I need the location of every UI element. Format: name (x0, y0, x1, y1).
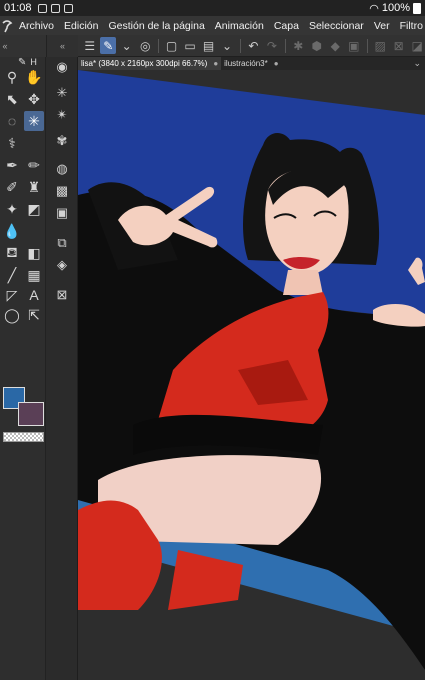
eraser-icon[interactable]: ◩ (24, 199, 44, 219)
text-icon[interactable]: A (24, 285, 44, 305)
transform-icon[interactable]: ⬢ (309, 37, 324, 54)
invert-selection-icon[interactable]: ⊠ (391, 37, 406, 54)
layer-property-icon[interactable]: ⧉ (52, 233, 72, 253)
sparkle-icon[interactable]: ✱ (291, 37, 306, 54)
divider-3 (284, 38, 286, 53)
battery-icon (413, 2, 421, 14)
divider (157, 38, 159, 53)
notification-icon (63, 3, 73, 13)
fill-bucket-icon[interactable]: ⛾ (2, 243, 22, 263)
tool-panel-header: « (0, 35, 46, 57)
refer-layer-icon[interactable]: ✴ (52, 105, 72, 125)
subtool-panel-header: « (46, 35, 78, 57)
command-bar: ☰ ✎ ⌄ ◎ ▢ ▭ ▤ ⌄ ↶ ↷ ✱ ⬢ ◆ ▣ ▨ ⊠ ◪ (78, 35, 425, 57)
tool-property-icon[interactable]: ◍ (52, 159, 72, 179)
fill-icon[interactable]: ◆ (328, 37, 343, 54)
subtool-tab-label[interactable]: H (30, 57, 37, 67)
divider-2 (239, 38, 241, 53)
eyedropper-icon[interactable]: ⚕ (2, 133, 22, 153)
crop-icon[interactable]: ▣ (346, 37, 361, 54)
menu-gestion-pagina[interactable]: Gestión de la página (103, 20, 209, 32)
selection-layer-icon[interactable]: ◪ (409, 37, 424, 54)
tab-label: ilustración3* (224, 59, 268, 68)
clear-selection-icon[interactable]: ▨ (372, 37, 387, 54)
app-logo-icon[interactable] (0, 16, 14, 35)
clock: 01:08 (4, 2, 32, 14)
move-icon[interactable]: ✥ (24, 89, 44, 109)
zoom-icon[interactable]: ⚲ (2, 67, 22, 87)
airbrush-icon[interactable]: ♜ (24, 177, 44, 197)
tab-label: lisa* (3840 x 2160px 300dpi 66.7%) (81, 59, 208, 68)
menu-archivo[interactable]: Archivo (14, 20, 59, 32)
edit-mode-icon[interactable]: ✎ (100, 37, 116, 54)
subtool-tab: ✎ H (0, 57, 46, 68)
hamburger-menu-icon[interactable]: ☰ (82, 37, 97, 54)
tool-palette: ✎ H ⚲ ✋ ⬉ ✥ ◌ ✳ ⚕ ✒ ✏ ✐ ♜ ✦ ◩ 💧 ⛾ ◧ ╱ ▦ … (0, 57, 46, 680)
transparent-color-swatch[interactable] (3, 432, 44, 442)
selection-target-icon[interactable]: ◉ (52, 57, 72, 77)
collapse-subtools-button[interactable]: « (60, 41, 65, 51)
frame-icon[interactable]: ▦ (24, 265, 44, 285)
layers-icon[interactable]: ◈ (52, 255, 72, 275)
pen-icon[interactable]: ✒ (2, 155, 22, 175)
navigator-icon[interactable]: ▣ (52, 203, 72, 223)
menu-bar: Archivo Edición Gestión de la página Ani… (0, 16, 425, 35)
undo-icon[interactable]: ↶ (246, 37, 261, 54)
tab-lisa[interactable]: lisa* (3840 x 2160px 300dpi 66.7%) ● (78, 57, 222, 70)
ruler-icon[interactable]: ◸ (2, 285, 22, 305)
hand-icon[interactable]: ✋ (24, 67, 44, 87)
canvas-tabs: lisa* (3840 x 2160px 300dpi 66.7%) ● ilu… (78, 57, 425, 70)
subtool-palette: ◉ ✳ ✴ ✾ ◍ ▩ ▣ ⧉ ◈ ⊠ (46, 57, 78, 680)
lasso-icon[interactable]: ◌ (2, 111, 22, 131)
tab-list-chevron-icon[interactable]: ⌄ (413, 58, 421, 69)
open-folder-icon[interactable]: ▭ (182, 37, 197, 54)
wifi-icon: ◠ (369, 2, 379, 15)
close-tab-icon[interactable]: ● (274, 59, 279, 68)
illustration (78, 70, 425, 680)
new-file-icon[interactable]: ▢ (164, 37, 179, 54)
sub-color-swatch[interactable] (18, 402, 44, 426)
collapse-tools-button[interactable]: « (0, 41, 10, 51)
canvas[interactable]: ◧ (78, 70, 425, 680)
brush-icon[interactable]: ✐ (2, 177, 22, 197)
menu-capa[interactable]: Capa (269, 20, 304, 32)
blend-icon[interactable]: 💧 (2, 221, 22, 241)
messenger-icon (37, 3, 47, 13)
save-icon[interactable]: ▤ (201, 37, 216, 54)
color-wheel-icon[interactable]: ▩ (52, 181, 72, 201)
balloon-icon[interactable]: ◯ (2, 305, 22, 325)
auto-select-icon[interactable]: ✳ (52, 83, 72, 103)
chevron-down-icon-2[interactable]: ⌄ (219, 37, 234, 54)
select-color-icon[interactable]: ✾ (52, 131, 72, 151)
pen-tab-icon[interactable]: ✎ (0, 57, 26, 68)
tab-ilustracion3[interactable]: ilustración3* ● (221, 57, 281, 70)
close-tab-icon[interactable]: ● (213, 59, 218, 68)
magic-wand-icon[interactable]: ✳ (24, 111, 44, 131)
operation-icon[interactable]: ⬉ (2, 89, 22, 109)
gradient-icon[interactable]: ◧ (24, 243, 44, 263)
companion-mode-icon[interactable]: ◎ (137, 37, 152, 54)
menu-filtro[interactable]: Filtro (395, 20, 425, 32)
battery-level: 100% (381, 2, 410, 14)
figure-icon[interactable]: ╱ (2, 265, 22, 285)
correct-line-icon[interactable]: ⇱ (24, 305, 44, 325)
menu-seleccionar[interactable]: Seleccionar (304, 20, 369, 32)
chevron-down-icon[interactable]: ⌄ (119, 37, 134, 54)
menu-edicion[interactable]: Edición (59, 20, 103, 32)
decoration-icon[interactable]: ✦ (2, 199, 22, 219)
pencil-icon[interactable]: ✏ (24, 155, 44, 175)
menu-animacion[interactable]: Animación (210, 20, 269, 32)
menu-ver[interactable]: Ver (369, 20, 395, 32)
material-icon[interactable]: ⊠ (52, 285, 72, 305)
divider-4 (366, 38, 368, 53)
status-bar: 01:08 ◠ 100% (0, 0, 425, 16)
messenger-icon-2 (50, 3, 60, 13)
redo-icon[interactable]: ↷ (264, 37, 279, 54)
